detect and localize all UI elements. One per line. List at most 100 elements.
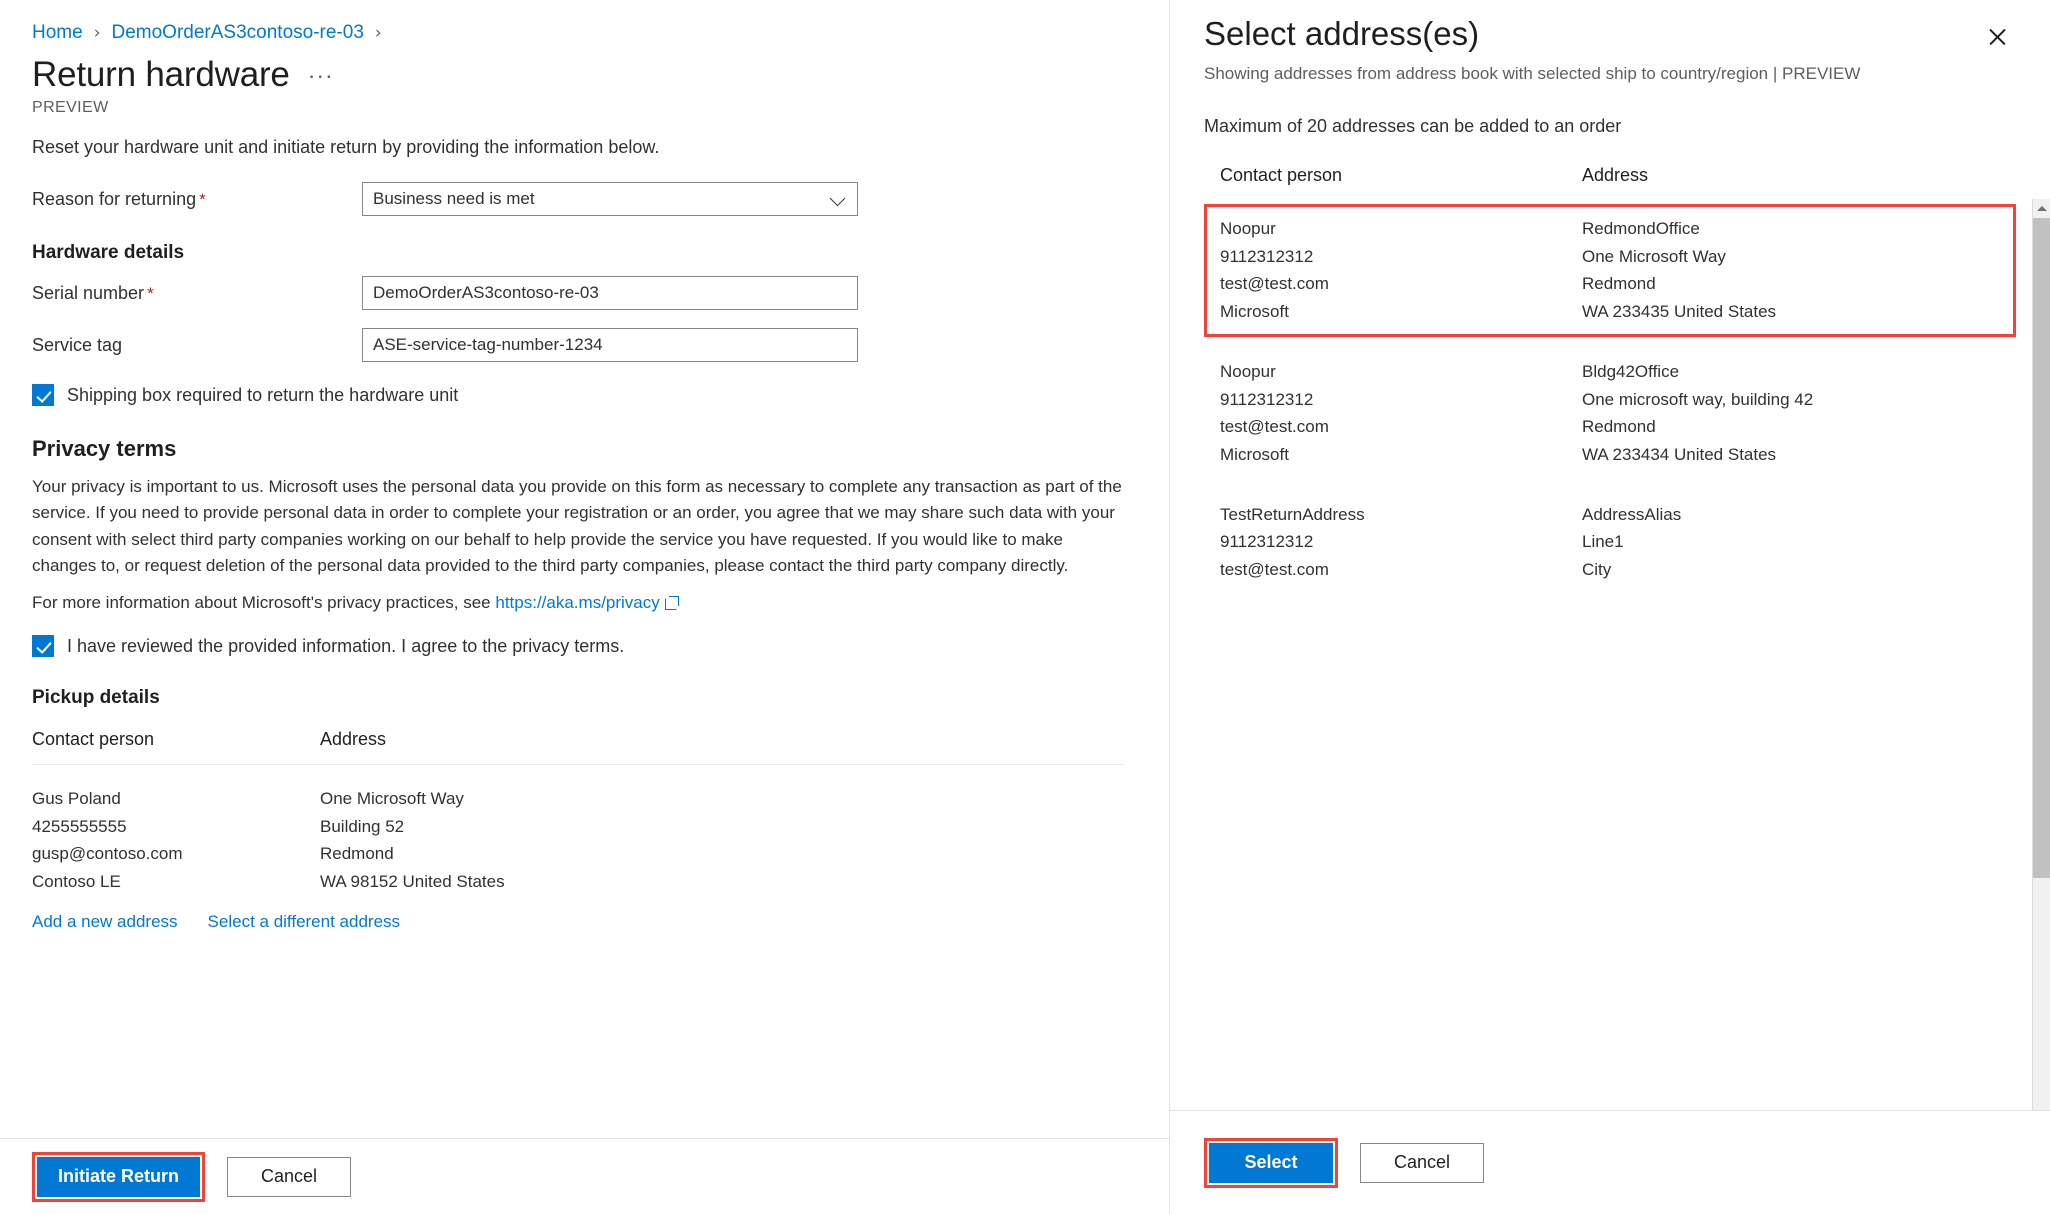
required-marker: * — [147, 283, 154, 303]
panel-contact-cell: Noopur 9112312312 test@test.com Microsof… — [1220, 358, 1582, 469]
panel-contact-phone: 9112312312 — [1220, 246, 1314, 266]
pickup-address-links: Add a new address Select a different add… — [32, 912, 1124, 932]
external-link-icon — [664, 596, 679, 611]
return-hardware-footer: Initiate Return Cancel — [0, 1138, 1169, 1214]
pickup-address-table: Contact person Address Gus Poland 425555… — [32, 729, 1124, 931]
panel-header: Select address(es) Showing addresses fro… — [1170, 0, 2050, 137]
breadcrumb-item-home[interactable]: Home — [32, 22, 83, 45]
required-marker: * — [199, 189, 206, 209]
scroll-up-arrow-icon[interactable] — [2033, 199, 2050, 217]
reason-label-text: Reason for returning — [32, 188, 197, 209]
select-button-highlight: Select — [1204, 1137, 1338, 1188]
pickup-contact-cell: Gus Poland 4255555555 gusp@contoso.com C… — [32, 785, 320, 895]
reason-for-returning-dropdown[interactable]: Business need is met — [362, 182, 858, 217]
panel-contact-name: Noopur — [1220, 219, 1276, 238]
panel-scrollbar[interactable] — [2032, 199, 2050, 1110]
table-row[interactable]: Noopur 9112312312 test@test.com Microsof… — [1204, 347, 2016, 480]
panel-address-city: Redmond — [1582, 417, 1656, 437]
select-addresses-panel: Select address(es) Showing addresses fro… — [1170, 0, 2050, 1214]
panel-contact-email: test@test.com — [1220, 560, 1329, 580]
close-icon[interactable] — [1978, 18, 2016, 56]
pickup-address-region: WA 98152 United States — [320, 872, 505, 892]
panel-contact-company: Microsoft — [1220, 444, 1289, 464]
pickup-address-city: Redmond — [320, 844, 394, 864]
pickup-contact-email: gusp@contoso.com — [32, 844, 183, 864]
pickup-address-cell: One Microsoft Way Building 52 Redmond WA… — [320, 785, 1124, 895]
panel-note: Maximum of 20 addresses can be added to … — [1204, 116, 1622, 136]
service-tag-label: Service tag — [32, 334, 123, 355]
add-new-address-link[interactable]: Add a new address — [32, 912, 178, 932]
more-actions-icon[interactable]: ··· — [308, 62, 334, 95]
clipped-partial-row — [1220, 1101, 1225, 1110]
table-row: Gus Poland 4255555555 gusp@contoso.com C… — [32, 765, 1124, 895]
pickup-table-header: Contact person Address — [32, 729, 1124, 766]
shipping-box-checkbox-row[interactable]: Shipping box required to return the hard… — [32, 384, 1137, 407]
serial-number-value: DemoOrderAS3contoso-re-03 — [373, 283, 599, 303]
chevron-right-icon: › — [93, 23, 101, 44]
serial-number-label: Serial number * — [32, 283, 362, 304]
panel-contact-cell: Noopur 9112312312 test@test.com Microsof… — [1220, 215, 1582, 326]
panel-address-line1: Line1 — [1582, 532, 1624, 552]
service-tag-row: Service tag ASE-service-tag-number-1234 — [32, 328, 1137, 363]
service-tag-input[interactable]: ASE-service-tag-number-1234 — [362, 328, 858, 363]
pickup-column-address: Address — [320, 729, 387, 750]
privacy-agree-checkbox[interactable] — [32, 635, 54, 658]
privacy-agree-checkbox-row[interactable]: I have reviewed the provided information… — [32, 635, 1137, 658]
privacy-agree-checkbox-label: I have reviewed the provided information… — [67, 635, 625, 656]
initiate-return-button[interactable]: Initiate Return — [37, 1156, 201, 1197]
panel-address-list: Contact person Address Noopur 9112312312… — [1170, 137, 2050, 1110]
reason-for-returning-label: Reason for returning * — [32, 189, 362, 210]
panel-column-address: Address — [1582, 165, 1649, 185]
panel-contact-phone: 9112312312 — [1220, 532, 1314, 552]
pickup-contact-company: Contoso LE — [32, 872, 121, 892]
panel-column-contact-person: Contact person — [1220, 165, 1343, 185]
app-root: Home › DemoOrderAS3contoso-re-03 › Retur… — [0, 0, 2050, 1214]
cancel-button[interactable]: Cancel — [227, 1156, 352, 1197]
pickup-contact-name: Gus Poland — [32, 789, 121, 809]
initiate-return-highlight: Initiate Return — [32, 1151, 206, 1202]
panel-address-line1: One Microsoft Way — [1582, 246, 1726, 266]
panel-address-alias: AddressAlias — [1582, 504, 1682, 524]
panel-title: Select address(es) — [1204, 15, 1480, 52]
select-different-address-link[interactable]: Select a different address — [208, 912, 400, 932]
panel-address-cell: RedmondOffice One Microsoft Way Redmond … — [1582, 215, 2000, 326]
panel-address-line1: One microsoft way, building 42 — [1582, 389, 1814, 409]
preview-badge: PREVIEW — [32, 99, 109, 117]
breadcrumb-item-order[interactable]: DemoOrderAS3contoso-re-03 — [112, 22, 364, 45]
panel-subtitle: Showing addresses from address book with… — [1204, 64, 1861, 83]
table-row[interactable]: Noopur 9112312312 test@test.com Microsof… — [1204, 204, 2016, 337]
privacy-policy-link[interactable]: https://aka.ms/privacy — [495, 593, 659, 612]
panel-address-cell: Bldg42Office One microsoft way, building… — [1582, 358, 2000, 469]
hardware-details-heading: Hardware details — [32, 242, 185, 264]
pickup-details-heading: Pickup details — [32, 687, 160, 709]
panel-contact-company: Microsoft — [1220, 302, 1289, 322]
select-button[interactable]: Select — [1209, 1142, 1333, 1183]
panel-table-header: Contact person Address — [1204, 165, 2016, 186]
serial-number-row: Serial number * DemoOrderAS3contoso-re-03 — [32, 276, 1137, 311]
panel-address-alias: Bldg42Office — [1582, 361, 1680, 381]
panel-contact-name: TestReturnAddress — [1220, 504, 1365, 524]
return-hardware-body: Home › DemoOrderAS3contoso-re-03 › Retur… — [0, 0, 1169, 1138]
panel-contact-email: test@test.com — [1220, 417, 1329, 437]
reason-selected-value: Business need is met — [373, 189, 535, 209]
panel-contact-phone: 9112312312 — [1220, 389, 1314, 409]
service-tag-value: ASE-service-tag-number-1234 — [373, 335, 603, 355]
panel-contact-email: test@test.com — [1220, 274, 1329, 294]
page-title: Return hardware — [32, 54, 290, 94]
panel-title-row: Select address(es) — [1204, 14, 2016, 56]
panel-cancel-button[interactable]: Cancel — [1360, 1142, 1484, 1183]
chevron-down-icon — [831, 192, 845, 206]
panel-contact-name: Noopur — [1220, 361, 1276, 381]
panel-address-city: City — [1582, 560, 1612, 580]
table-row[interactable]: TestReturnAddress 9112312312 test@test.c… — [1204, 490, 2016, 595]
scrollbar-thumb[interactable] — [2033, 218, 2050, 878]
reason-for-returning-row: Reason for returning * Business need is m… — [32, 182, 1137, 217]
shipping-box-checkbox[interactable] — [32, 384, 54, 407]
serial-number-input[interactable]: DemoOrderAS3contoso-re-03 — [362, 276, 858, 311]
intro-text: Reset your hardware unit and initiate re… — [32, 137, 660, 158]
privacy-more-info-text: For more information about Microsoft's p… — [32, 593, 491, 613]
panel-address-region: WA 233435 United States — [1582, 302, 1777, 322]
panel-address-alias: RedmondOffice — [1582, 219, 1700, 238]
pickup-address-line2: Building 52 — [320, 816, 405, 836]
shipping-box-checkbox-label: Shipping box required to return the hard… — [67, 384, 459, 405]
